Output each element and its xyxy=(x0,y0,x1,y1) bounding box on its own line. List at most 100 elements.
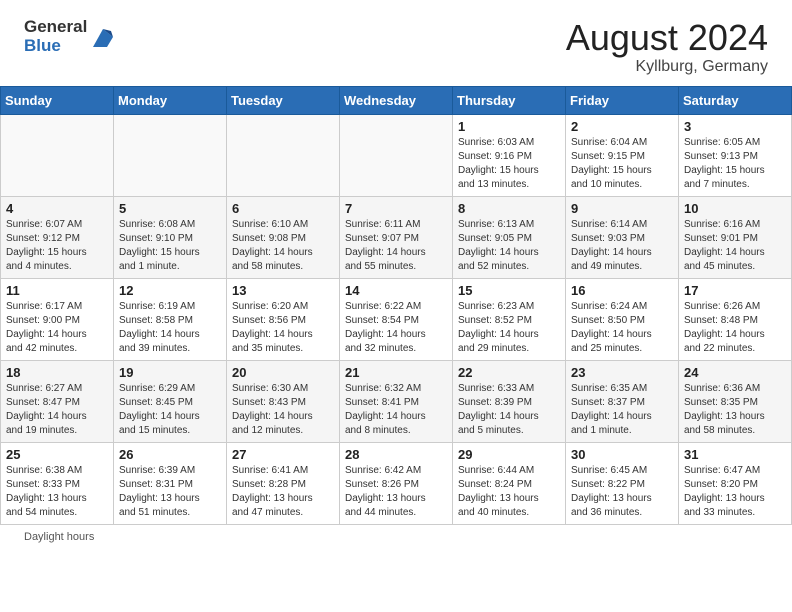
calendar-cell: 7Sunrise: 6:11 AM Sunset: 9:07 PM Daylig… xyxy=(340,196,453,278)
calendar-cell: 26 Sunrise: 6:39 AM Sunset: 8:31 PM Dayli… xyxy=(114,442,227,524)
calendar-cell: 12 Sunrise: 6:19 AM Sunset: 8:58 PM Dayli… xyxy=(114,278,227,360)
calendar-cell: 4Sunrise: 6:07 AM Sunset: 9:12 PM Daylig… xyxy=(1,196,114,278)
calendar-cell: 13Sunrise: 6:20 AM Sunset: 8:56 PM Dayli… xyxy=(227,278,340,360)
calendar-cell: 27Sunrise: 6:41 AM Sunset: 8:28 PM Dayli… xyxy=(227,442,340,524)
day-number: 24 xyxy=(684,365,786,380)
day-number: 5 xyxy=(119,201,221,216)
calendar-header-wednesday: Wednesday xyxy=(340,86,453,114)
calendar-cell: 8Sunrise: 6:13 AM Sunset: 9:05 PM Daylig… xyxy=(453,196,566,278)
day-info: Sunrise: 6:04 AM Sunset: 9:15 PM Dayligh… xyxy=(571,136,673,192)
calendar-header-monday: Monday xyxy=(114,86,227,114)
day-number: 8 xyxy=(458,201,560,216)
calendar-cell: 2 Sunrise: 6:04 AM Sunset: 9:15 PM Daylig… xyxy=(566,114,679,196)
calendar-cell: 19Sunrise: 6:29 AM Sunset: 8:45 PM Dayli… xyxy=(114,360,227,442)
day-number: 30 xyxy=(571,447,673,462)
day-number: 29 xyxy=(458,447,560,462)
calendar-cell: 29 Sunrise: 6:44 AM Sunset: 8:24 PM Dayli… xyxy=(453,442,566,524)
day-info: Sunrise: 6:17 AM Sunset: 9:00 PM Dayligh… xyxy=(6,300,108,356)
day-info: Sunrise: 6:11 AM Sunset: 9:07 PM Dayligh… xyxy=(345,218,447,274)
calendar-cell: 16 Sunrise: 6:24 AM Sunset: 8:50 PM Dayli… xyxy=(566,278,679,360)
day-number: 2 xyxy=(571,119,673,134)
day-info: Sunrise: 6:23 AM Sunset: 8:52 PM Dayligh… xyxy=(458,300,560,356)
logo-blue: Blue xyxy=(24,37,87,56)
day-info: Sunrise: 6:08 AM Sunset: 9:10 PM Dayligh… xyxy=(119,218,221,274)
day-info: Sunrise: 6:22 AM Sunset: 8:54 PM Dayligh… xyxy=(345,300,447,356)
day-number: 10 xyxy=(684,201,786,216)
day-number: 3 xyxy=(684,119,786,134)
calendar-week-row: 4Sunrise: 6:07 AM Sunset: 9:12 PM Daylig… xyxy=(1,196,792,278)
calendar-cell xyxy=(340,114,453,196)
calendar-week-row: 1Sunrise: 6:03 AM Sunset: 9:16 PM Daylig… xyxy=(1,114,792,196)
day-number: 21 xyxy=(345,365,447,380)
day-info: Sunrise: 6:38 AM Sunset: 8:33 PM Dayligh… xyxy=(6,464,108,520)
logo-icon xyxy=(89,23,117,51)
month-year: August 2024 xyxy=(566,18,768,58)
day-number: 1 xyxy=(458,119,560,134)
day-info: Sunrise: 6:20 AM Sunset: 8:56 PM Dayligh… xyxy=(232,300,334,356)
day-info: Sunrise: 6:10 AM Sunset: 9:08 PM Dayligh… xyxy=(232,218,334,274)
calendar-cell: 14 Sunrise: 6:22 AM Sunset: 8:54 PM Dayli… xyxy=(340,278,453,360)
calendar-cell: 31 Sunrise: 6:47 AM Sunset: 8:20 PM Dayli… xyxy=(679,442,792,524)
calendar-header-friday: Friday xyxy=(566,86,679,114)
calendar-cell: 15 Sunrise: 6:23 AM Sunset: 8:52 PM Dayli… xyxy=(453,278,566,360)
day-number: 28 xyxy=(345,447,447,462)
day-number: 16 xyxy=(571,283,673,298)
calendar-header-row: SundayMondayTuesdayWednesdayThursdayFrid… xyxy=(1,86,792,114)
day-number: 27 xyxy=(232,447,334,462)
calendar-cell: 24 Sunrise: 6:36 AM Sunset: 8:35 PM Dayli… xyxy=(679,360,792,442)
calendar-week-row: 18 Sunrise: 6:27 AM Sunset: 8:47 PM Dayli… xyxy=(1,360,792,442)
calendar-cell: 25 Sunrise: 6:38 AM Sunset: 8:33 PM Dayli… xyxy=(1,442,114,524)
calendar-cell: 21Sunrise: 6:32 AM Sunset: 8:41 PM Dayli… xyxy=(340,360,453,442)
calendar-cell xyxy=(227,114,340,196)
day-number: 25 xyxy=(6,447,108,462)
title-block: August 2024 Kyllburg, Germany xyxy=(566,18,768,76)
day-info: Sunrise: 6:30 AM Sunset: 8:43 PM Dayligh… xyxy=(232,382,334,438)
day-number: 17 xyxy=(684,283,786,298)
calendar-cell: 10Sunrise: 6:16 AM Sunset: 9:01 PM Dayli… xyxy=(679,196,792,278)
day-info: Sunrise: 6:14 AM Sunset: 9:03 PM Dayligh… xyxy=(571,218,673,274)
calendar-header-tuesday: Tuesday xyxy=(227,86,340,114)
day-number: 23 xyxy=(571,365,673,380)
calendar-cell: 28 Sunrise: 6:42 AM Sunset: 8:26 PM Dayli… xyxy=(340,442,453,524)
day-info: Sunrise: 6:42 AM Sunset: 8:26 PM Dayligh… xyxy=(345,464,447,520)
calendar-header-thursday: Thursday xyxy=(453,86,566,114)
day-info: Sunrise: 6:39 AM Sunset: 8:31 PM Dayligh… xyxy=(119,464,221,520)
day-info: Sunrise: 6:26 AM Sunset: 8:48 PM Dayligh… xyxy=(684,300,786,356)
footer-note: Daylight hours xyxy=(0,525,792,549)
calendar-week-row: 25 Sunrise: 6:38 AM Sunset: 8:33 PM Dayli… xyxy=(1,442,792,524)
day-info: Sunrise: 6:45 AM Sunset: 8:22 PM Dayligh… xyxy=(571,464,673,520)
day-info: Sunrise: 6:33 AM Sunset: 8:39 PM Dayligh… xyxy=(458,382,560,438)
calendar-cell: 5 Sunrise: 6:08 AM Sunset: 9:10 PM Daylig… xyxy=(114,196,227,278)
day-number: 26 xyxy=(119,447,221,462)
day-info: Sunrise: 6:19 AM Sunset: 8:58 PM Dayligh… xyxy=(119,300,221,356)
logo: General Blue xyxy=(24,18,117,55)
day-number: 22 xyxy=(458,365,560,380)
day-number: 11 xyxy=(6,283,108,298)
calendar-cell: 11 Sunrise: 6:17 AM Sunset: 9:00 PM Dayli… xyxy=(1,278,114,360)
calendar-cell: 6 Sunrise: 6:10 AM Sunset: 9:08 PM Daylig… xyxy=(227,196,340,278)
day-number: 6 xyxy=(232,201,334,216)
day-info: Sunrise: 6:05 AM Sunset: 9:13 PM Dayligh… xyxy=(684,136,786,192)
calendar: SundayMondayTuesdayWednesdayThursdayFrid… xyxy=(0,86,792,525)
day-number: 18 xyxy=(6,365,108,380)
day-info: Sunrise: 6:44 AM Sunset: 8:24 PM Dayligh… xyxy=(458,464,560,520)
day-info: Sunrise: 6:24 AM Sunset: 8:50 PM Dayligh… xyxy=(571,300,673,356)
day-number: 31 xyxy=(684,447,786,462)
day-info: Sunrise: 6:47 AM Sunset: 8:20 PM Dayligh… xyxy=(684,464,786,520)
day-number: 19 xyxy=(119,365,221,380)
calendar-cell: 18 Sunrise: 6:27 AM Sunset: 8:47 PM Dayli… xyxy=(1,360,114,442)
calendar-cell: 22 Sunrise: 6:33 AM Sunset: 8:39 PM Dayli… xyxy=(453,360,566,442)
day-info: Sunrise: 6:36 AM Sunset: 8:35 PM Dayligh… xyxy=(684,382,786,438)
calendar-week-row: 11 Sunrise: 6:17 AM Sunset: 9:00 PM Dayli… xyxy=(1,278,792,360)
location: Kyllburg, Germany xyxy=(566,58,768,76)
calendar-header-sunday: Sunday xyxy=(1,86,114,114)
day-number: 20 xyxy=(232,365,334,380)
header: General Blue August 2024 Kyllburg, Germa… xyxy=(0,0,792,86)
day-number: 15 xyxy=(458,283,560,298)
logo-general: General xyxy=(24,18,87,37)
day-number: 12 xyxy=(119,283,221,298)
calendar-cell xyxy=(1,114,114,196)
day-info: Sunrise: 6:27 AM Sunset: 8:47 PM Dayligh… xyxy=(6,382,108,438)
day-info: Sunrise: 6:35 AM Sunset: 8:37 PM Dayligh… xyxy=(571,382,673,438)
day-number: 14 xyxy=(345,283,447,298)
